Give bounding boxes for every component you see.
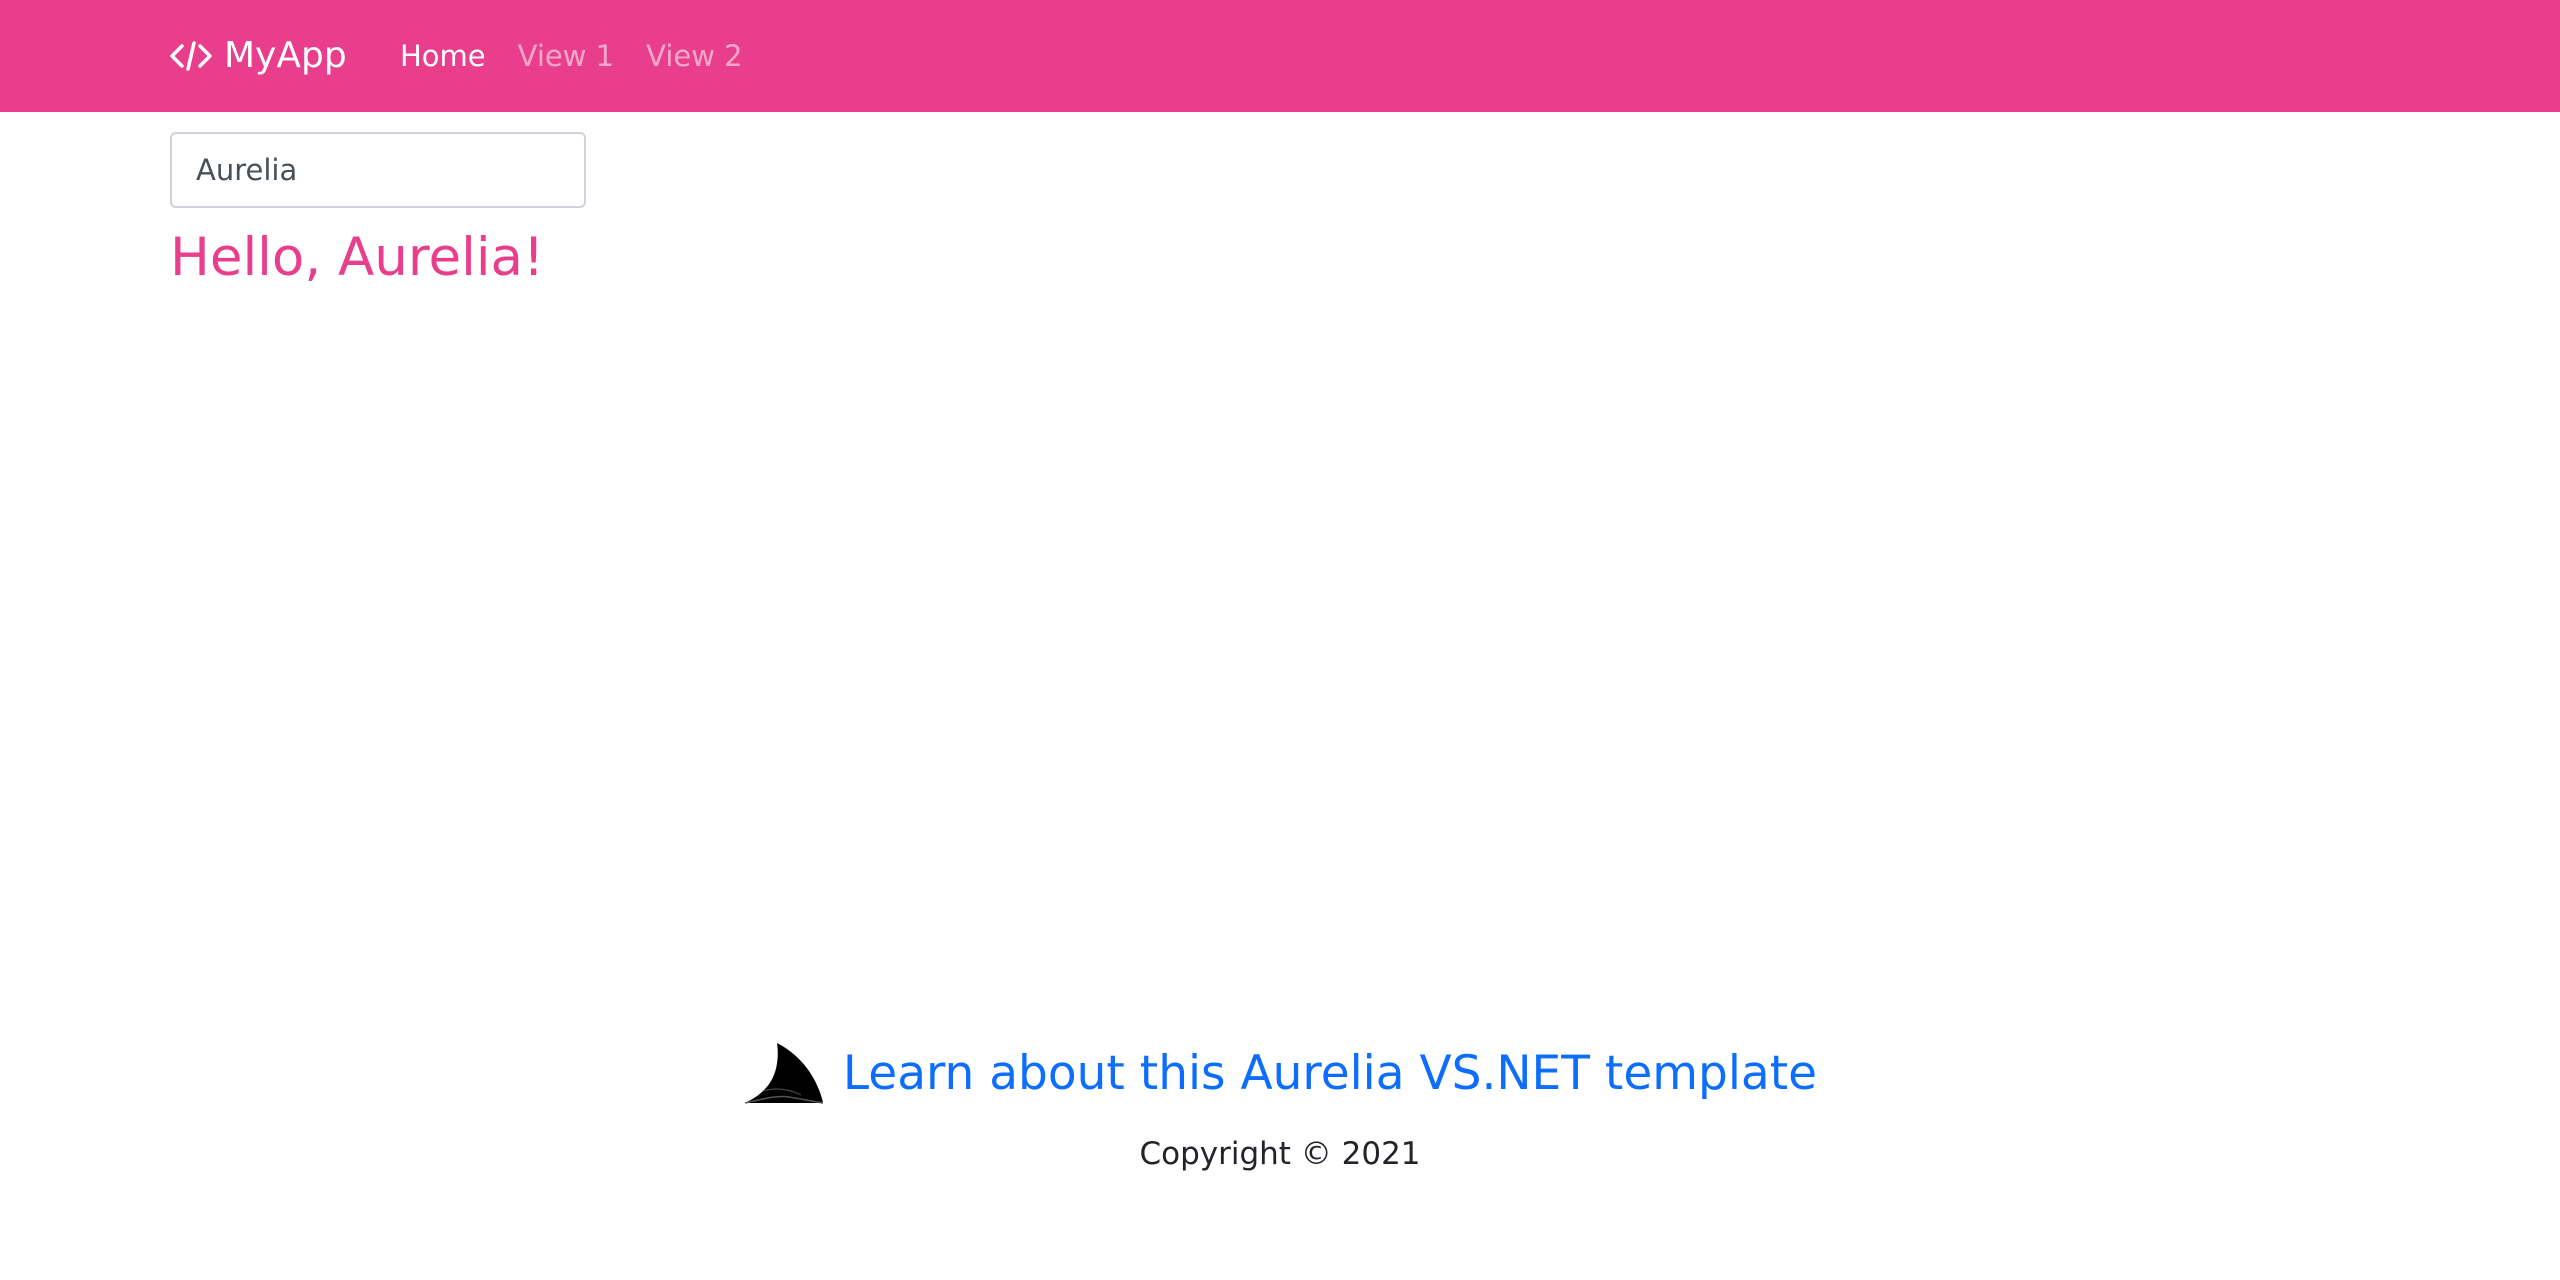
nav-link-view-2[interactable]: View 2 xyxy=(646,39,743,73)
brand-label: MyApp xyxy=(224,35,347,76)
nav-link-view-1[interactable]: View 1 xyxy=(518,39,615,73)
aurelia-fin-icon xyxy=(744,1043,824,1104)
top-navbar: MyApp Home View 1 View 2 xyxy=(0,0,2560,112)
learn-template-link[interactable]: Learn about this Aurelia VS.NET template xyxy=(843,1046,1817,1101)
footer-link-row: Learn about this Aurelia VS.NET template xyxy=(0,1038,2560,1108)
code-icon xyxy=(170,40,212,72)
nav-links: Home View 1 View 2 xyxy=(400,0,775,112)
name-input[interactable] xyxy=(170,132,586,208)
brand-link[interactable]: MyApp xyxy=(170,0,347,112)
nav-link-home[interactable]: Home xyxy=(400,39,486,73)
copyright-text: Copyright © 2021 xyxy=(1139,1136,1421,1172)
greeting-heading: Hello, Aurelia! xyxy=(170,227,545,288)
